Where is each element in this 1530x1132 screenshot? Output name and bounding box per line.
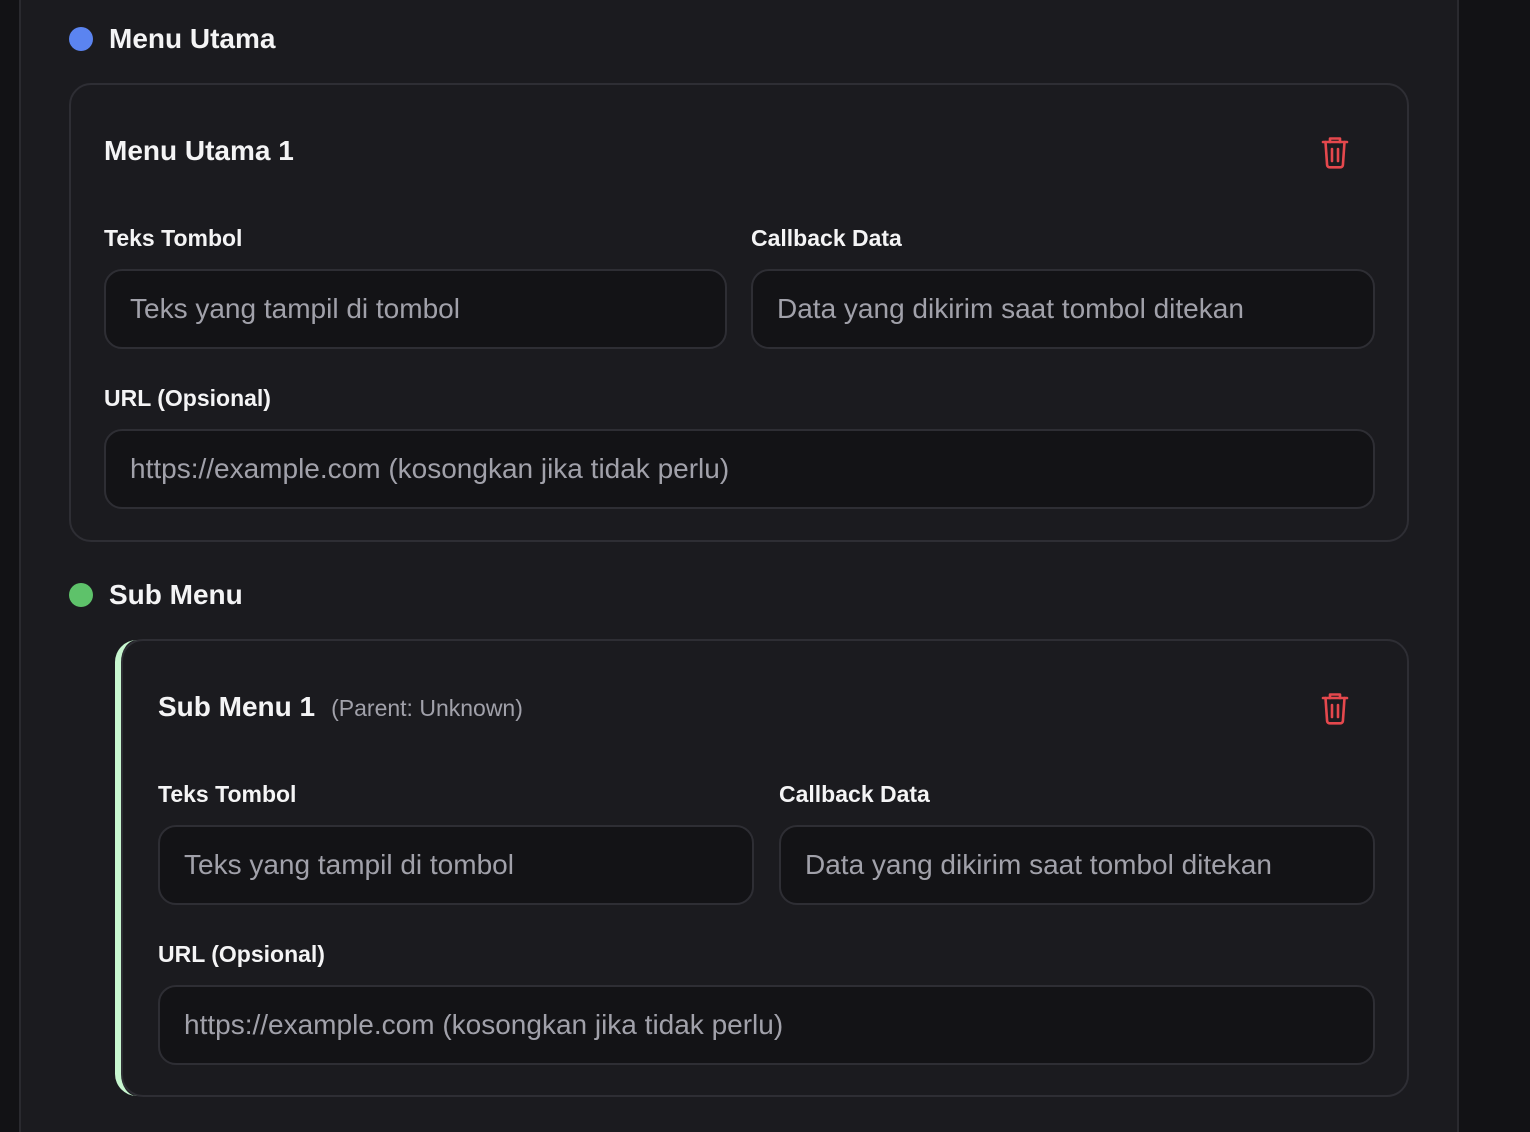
sub-menu-callback-label: Callback Data [779,781,930,807]
sub-menu-callback-input[interactable] [779,825,1375,905]
menu-utama-callback-input[interactable] [751,269,1375,349]
menu-utama-callback-label: Callback Data [751,225,902,251]
menu-utama-teks-input[interactable] [104,269,727,349]
sub-menu-section-header: Sub Menu [69,578,243,612]
sub-menu-section-title: Sub Menu [109,579,243,610]
trash-icon [1321,693,1349,725]
menu-utama-dot-icon [69,27,93,51]
sub-menu-delete-button[interactable] [1315,688,1355,728]
menu-utama-url-label: URL (Opsional) [104,385,271,411]
menu-utama-delete-button[interactable] [1315,132,1355,172]
sub-menu-url-input[interactable] [158,985,1375,1065]
menu-utama-teks-label: Teks Tombol [104,225,243,251]
menu-utama-url-input[interactable] [104,429,1375,509]
menu-utama-card-header: Menu Utama 1 [104,135,294,167]
sub-menu-dot-icon [69,583,93,607]
sub-menu-teks-label: Teks Tombol [158,781,297,807]
sub-menu-card-title: Sub Menu 1 [158,691,316,722]
sub-menu-teks-input[interactable] [158,825,754,905]
menu-utama-card-title: Menu Utama 1 [104,135,294,166]
menu-utama-section-title: Menu Utama [109,23,276,54]
sub-menu-card-header: Sub Menu 1 (Parent: Unknown) [158,691,523,723]
menu-utama-section-header: Menu Utama [69,22,275,56]
sub-menu-parent-label: (Parent: Unknown) [331,695,523,721]
trash-icon [1321,137,1349,169]
sub-menu-accent-bar [115,640,137,1096]
sub-menu-url-label: URL (Opsional) [158,941,325,967]
